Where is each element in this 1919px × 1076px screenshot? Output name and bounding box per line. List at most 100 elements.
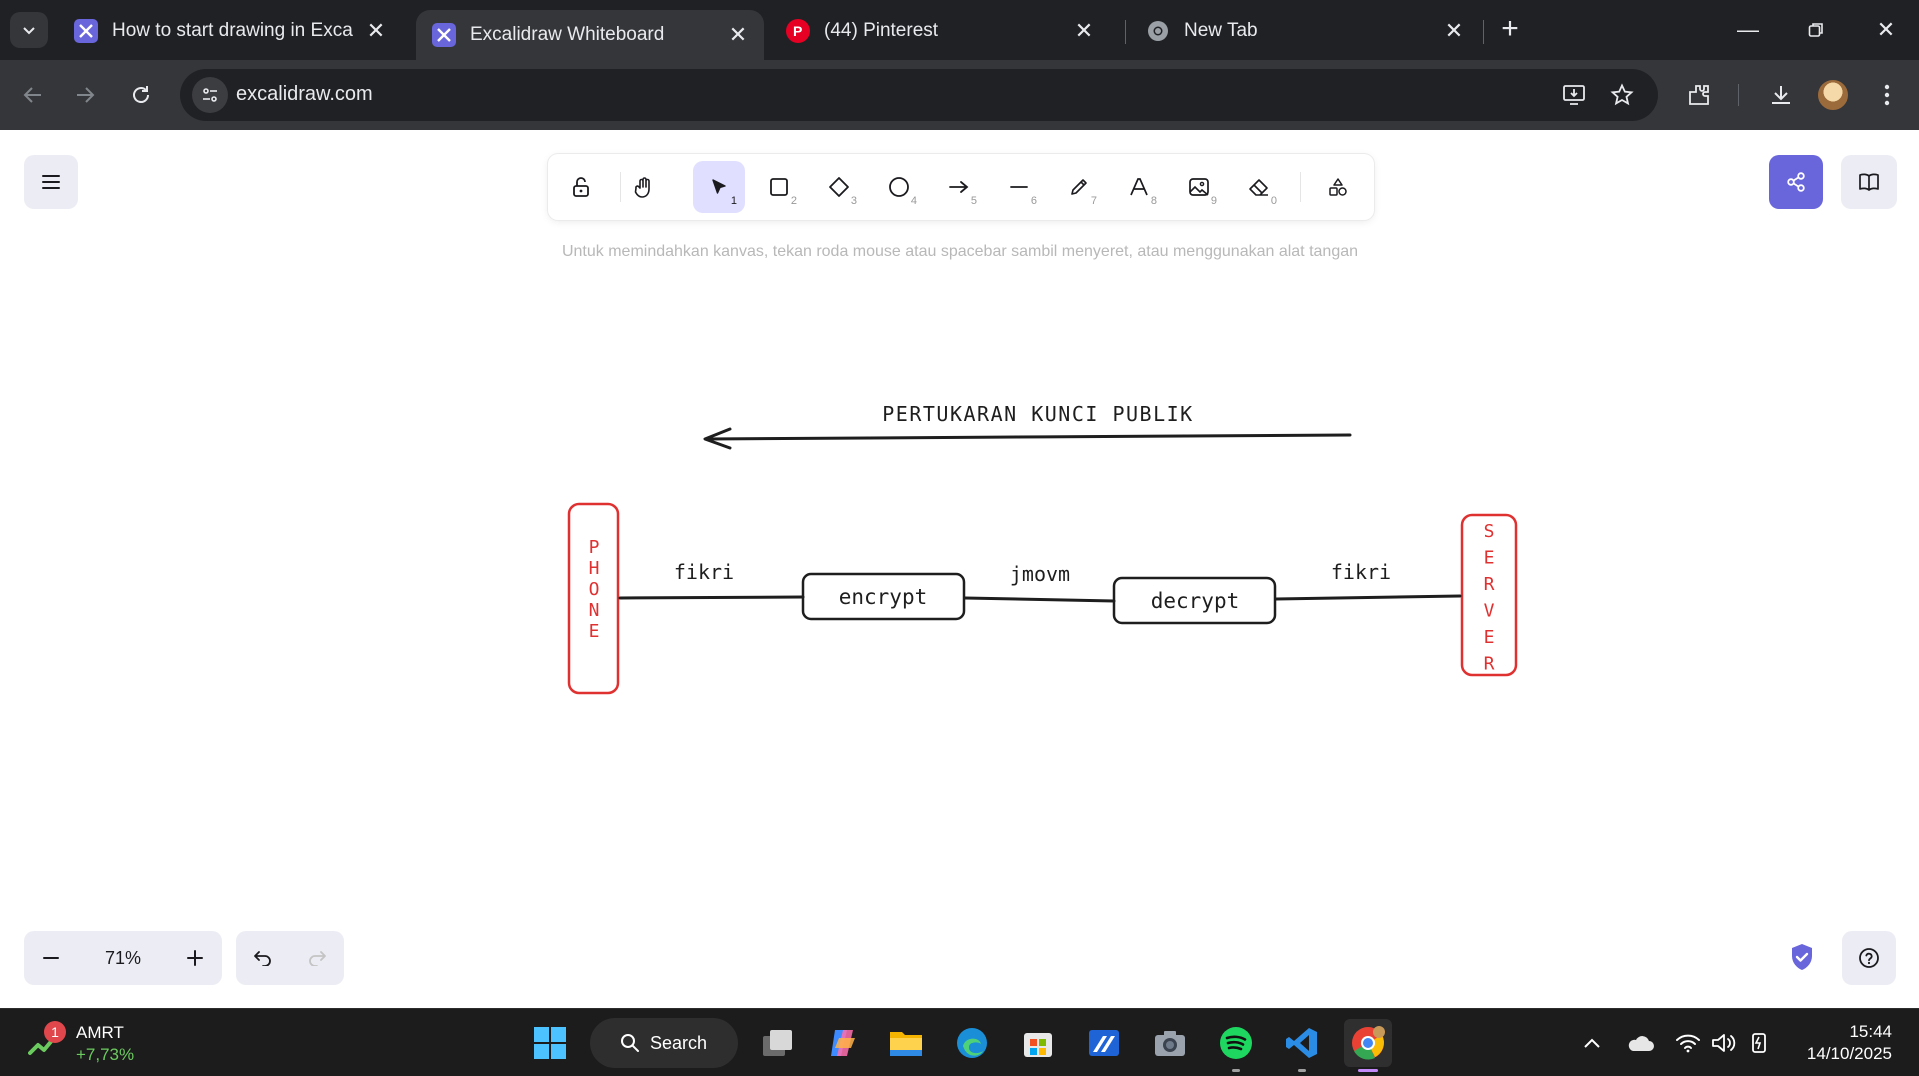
unlock-icon	[573, 177, 589, 197]
arrow-tool-button[interactable]: 5	[933, 161, 985, 213]
redo-button[interactable]	[290, 931, 344, 985]
chevron-up-icon	[1584, 1038, 1600, 1048]
site-info-icon[interactable]	[192, 77, 228, 113]
draw-tool-button[interactable]: 7	[1053, 161, 1105, 213]
app-icon	[1089, 1030, 1119, 1056]
tab-search-button[interactable]	[10, 12, 48, 48]
tab-label: How to start drawing in Excalidr	[112, 20, 354, 41]
line-decrypt-server[interactable]	[1274, 594, 1462, 601]
downloads-icon[interactable]	[1762, 76, 1800, 114]
microsoft-store-app[interactable]	[1014, 1019, 1062, 1067]
close-icon[interactable]: ✕	[726, 22, 750, 48]
tab-new-tab[interactable]: New Tab ✕	[1130, 10, 1480, 52]
copilot-app[interactable]	[818, 1019, 866, 1067]
profile-avatar[interactable]	[1816, 78, 1850, 112]
help-button[interactable]	[1842, 931, 1896, 985]
search-icon	[621, 1034, 639, 1052]
encrypt-label[interactable]: encrypt	[839, 585, 928, 609]
edge-app[interactable]	[948, 1019, 996, 1067]
selection-tool-button[interactable]: 1	[693, 161, 745, 213]
start-button[interactable]	[526, 1019, 574, 1067]
tab-how-to-start[interactable]: How to start drawing in Excalidr ✕	[58, 10, 402, 52]
close-icon[interactable]: ✕	[1072, 18, 1096, 44]
zoom-in-button[interactable]	[168, 931, 222, 985]
onedrive-icon[interactable]	[1626, 1029, 1654, 1057]
tab-separator	[1125, 20, 1126, 44]
redo-icon	[309, 951, 326, 966]
tab-excalidraw-whiteboard[interactable]: Excalidraw Whiteboard ✕	[416, 10, 764, 60]
line-encrypt-decrypt[interactable]	[963, 596, 1116, 603]
shortcut-key: 7	[1090, 195, 1097, 207]
back-button[interactable]	[14, 76, 52, 114]
file-explorer-app[interactable]	[882, 1019, 930, 1067]
extensions-icon[interactable]	[1680, 76, 1718, 114]
chevron-down-icon	[23, 27, 35, 35]
taskbar-search[interactable]: Search	[590, 1018, 738, 1068]
excalidraw-app-icon[interactable]	[1080, 1019, 1128, 1067]
task-view-icon	[763, 1030, 792, 1056]
public-key-arrow[interactable]	[703, 427, 1352, 450]
line-tool-button[interactable]: 6	[993, 161, 1045, 213]
clock-date: 14/10/2025	[1806, 1044, 1892, 1063]
plaintext-right-label[interactable]: fikri	[1331, 560, 1391, 584]
undo-button[interactable]	[236, 931, 290, 985]
bookmark-star-icon[interactable]	[1606, 79, 1638, 111]
shapes-toolbar: 1 2 3 4 5 6 7 8 9 0	[548, 154, 1374, 220]
toolbar-divider	[1738, 84, 1739, 106]
wifi-icon[interactable]	[1674, 1029, 1702, 1057]
vscode-icon	[1286, 1028, 1317, 1058]
minimize-icon[interactable]: —	[1728, 10, 1768, 50]
camera-app[interactable]	[1146, 1019, 1194, 1067]
zoom-out-button[interactable]	[24, 931, 78, 985]
decrypt-label[interactable]: decrypt	[1151, 589, 1240, 613]
chrome-app[interactable]	[1344, 1019, 1392, 1072]
battery-icon[interactable]	[1746, 1029, 1774, 1057]
close-icon[interactable]: ✕	[364, 18, 388, 44]
line-phone-encrypt[interactable]	[618, 595, 805, 600]
arrow-label[interactable]: PERTUKARAN KUNCI PUBLIK	[882, 402, 1193, 426]
ellipse-tool-button[interactable]: 4	[873, 161, 925, 213]
shortcut-key: 4	[910, 195, 917, 207]
forward-button[interactable]	[66, 76, 104, 114]
new-tab-button[interactable]: +	[1494, 14, 1526, 46]
diamond-tool-button[interactable]: 3	[813, 161, 865, 213]
encryption-shield-button[interactable]	[1780, 935, 1824, 979]
system-clock[interactable]: 15:44 14/10/2025	[1792, 1021, 1892, 1065]
close-window-icon[interactable]: ✕	[1866, 10, 1906, 50]
help-icon	[1859, 948, 1879, 968]
shortcut-key: 5	[970, 195, 977, 207]
image-tool-button[interactable]: 9	[1173, 161, 1225, 213]
reload-button[interactable]	[122, 76, 160, 114]
hand-tool-button[interactable]	[614, 161, 666, 213]
eraser-icon	[1249, 179, 1268, 196]
restore-icon[interactable]	[1796, 10, 1836, 50]
zoom-level[interactable]: 71%	[78, 931, 168, 985]
shapes-icon	[1329, 178, 1347, 196]
main-menu-button[interactable]	[24, 155, 78, 209]
tab-pinterest[interactable]: P (44) Pinterest ✕	[770, 10, 1110, 52]
reload-icon	[133, 86, 149, 103]
address-bar[interactable]: excalidraw.com	[180, 69, 1658, 121]
extra-tools-button[interactable]	[1312, 161, 1364, 213]
ciphertext-label[interactable]: jmovm	[1010, 562, 1070, 586]
volume-icon[interactable]	[1710, 1029, 1738, 1057]
library-button[interactable]	[1841, 155, 1897, 209]
spotify-app[interactable]	[1212, 1019, 1260, 1072]
stock-widget[interactable]: 1 AMRT +7,73%	[28, 1021, 158, 1065]
share-button[interactable]	[1769, 155, 1823, 209]
rectangle-tool-button[interactable]: 2	[753, 161, 805, 213]
task-view-button[interactable]	[754, 1019, 802, 1067]
excalidraw-icon	[74, 19, 98, 43]
url-text[interactable]: excalidraw.com	[236, 83, 373, 106]
close-icon[interactable]: ✕	[1442, 18, 1466, 44]
text-tool-button[interactable]: 8	[1113, 161, 1165, 213]
eraser-tool-button[interactable]: 0	[1233, 161, 1285, 213]
lock-tool-button[interactable]	[555, 161, 607, 213]
vscode-app[interactable]	[1278, 1019, 1326, 1072]
show-hidden-icons-button[interactable]	[1578, 1029, 1606, 1057]
kebab-menu-icon[interactable]	[1868, 76, 1906, 114]
server-letter: R	[1484, 654, 1495, 675]
install-app-icon[interactable]	[1558, 79, 1590, 111]
plaintext-left-label[interactable]: fikri	[674, 560, 734, 584]
excalidraw-icon	[432, 23, 456, 47]
